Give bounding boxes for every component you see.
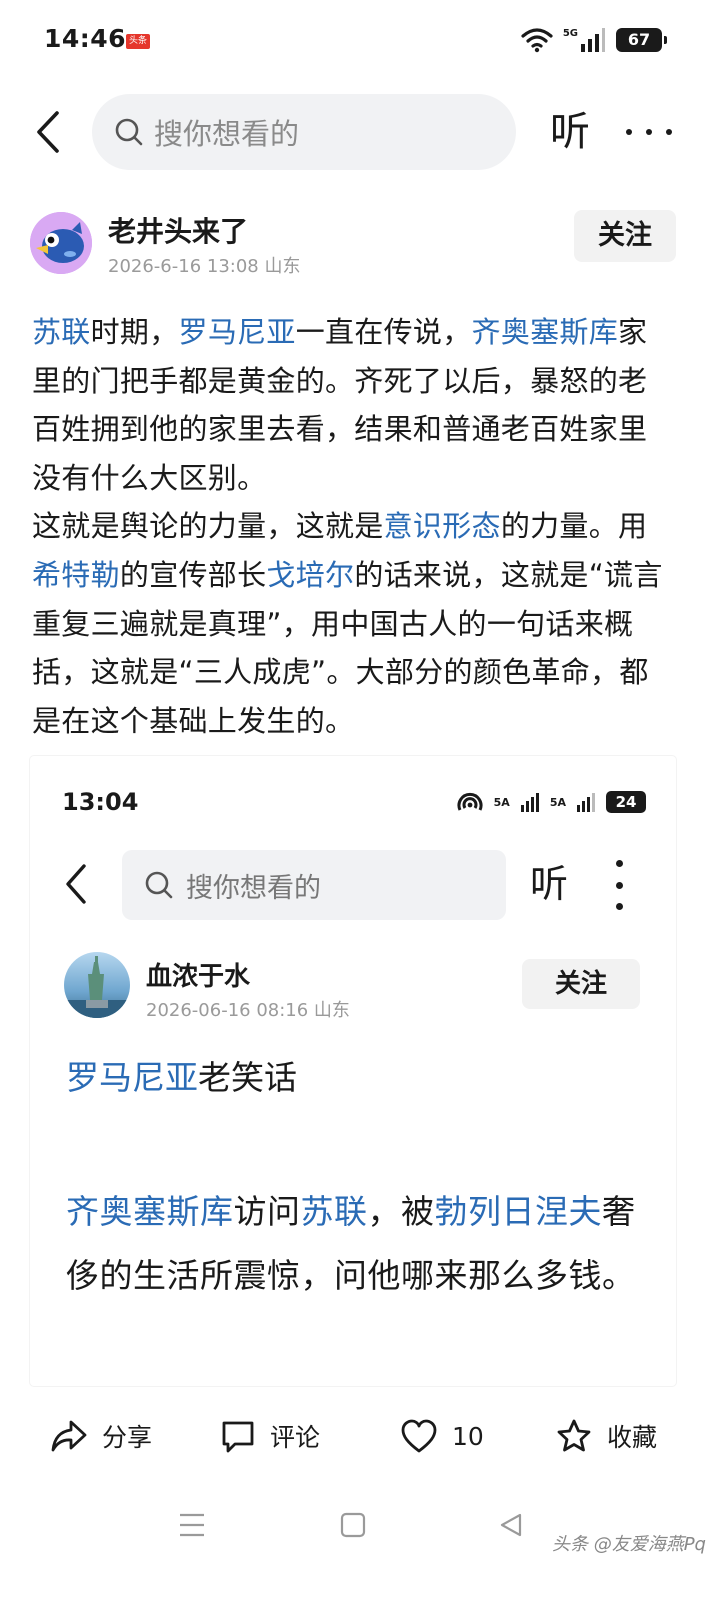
dot bbox=[626, 129, 632, 135]
embedded-text: ，被 bbox=[367, 1192, 435, 1231]
article-text: 的力量。用 bbox=[500, 509, 648, 544]
embedded-battery-icon: 24 bbox=[606, 791, 646, 813]
embedded-link-ceausescu: 齐奥塞斯库 bbox=[66, 1192, 234, 1231]
share-button[interactable]: 分享 bbox=[50, 1414, 152, 1458]
embedded-author-name: 血浓于水 bbox=[146, 962, 251, 992]
embedded-link-soviet: 苏联 bbox=[300, 1192, 368, 1231]
menu-nav-icon[interactable] bbox=[178, 1512, 206, 1538]
article-paragraph: 这就是舆论的力量，这就是意识形态的力量。用希特勒的宣传部长戈培尔的话来说，这就是… bbox=[32, 502, 672, 745]
signal-icon bbox=[581, 28, 605, 52]
embedded-heading: 罗马尼亚老笑话 bbox=[66, 1054, 297, 1102]
entity-link-hitler[interactable]: 希特勒 bbox=[32, 558, 120, 592]
favorite-label: 收藏 bbox=[607, 1423, 658, 1452]
like-button[interactable]: 10 bbox=[400, 1414, 484, 1458]
post-timestamp-location: 2026-6-16 13:08 山东 bbox=[108, 256, 301, 277]
cartoon-bird-avatar-icon bbox=[30, 212, 92, 274]
follow-button[interactable]: 关注 bbox=[574, 210, 676, 262]
hotspot-icon bbox=[457, 792, 483, 811]
entity-link-soviet[interactable]: 苏联 bbox=[32, 315, 91, 349]
comment-icon bbox=[222, 1421, 254, 1453]
back-nav-icon[interactable] bbox=[498, 1512, 524, 1538]
battery-icon: 67 bbox=[616, 28, 667, 52]
dot bbox=[615, 881, 623, 889]
watermark: 头条 @友爱海燕Pq bbox=[551, 1534, 706, 1555]
author-name[interactable]: 老井头来了 bbox=[108, 210, 248, 250]
embedded-text: 访问 bbox=[233, 1192, 301, 1231]
share-icon bbox=[51, 1420, 87, 1452]
embedded-status-icons: 5A 5A 24 bbox=[456, 790, 646, 814]
back-button[interactable] bbox=[26, 108, 70, 156]
chevron-left-icon bbox=[66, 864, 86, 904]
favorite-button[interactable]: 收藏 bbox=[555, 1414, 657, 1458]
embedded-follow-label: 关注 bbox=[522, 959, 640, 1009]
author-row: 老井头来了 2026-6-16 13:08 山东 关注 bbox=[30, 210, 690, 280]
embedded-link-brezhnev: 勃列日涅夫 bbox=[434, 1192, 602, 1231]
embedded-avatar bbox=[64, 952, 130, 1018]
status-bar: 14:46 头条 5G 67 bbox=[0, 0, 720, 80]
comment-label: 评论 bbox=[270, 1423, 321, 1452]
search-icon bbox=[115, 118, 143, 146]
search-input[interactable]: 搜你想看的 bbox=[92, 94, 516, 170]
comment-button[interactable]: 评论 bbox=[220, 1414, 320, 1458]
network-type-label: 5G bbox=[562, 27, 578, 39]
search-icon bbox=[145, 871, 173, 899]
dot bbox=[615, 903, 623, 910]
home-nav-icon[interactable] bbox=[340, 1512, 366, 1538]
listen-button[interactable]: 听 bbox=[550, 104, 590, 160]
article-paragraph: 苏联时期，罗马尼亚一直在传说，齐奥塞斯库家里的门把手都是黄金的。齐死了以后，暴怒… bbox=[32, 308, 672, 502]
share-label: 分享 bbox=[102, 1423, 153, 1452]
dot bbox=[615, 860, 623, 867]
top-nav: 搜你想看的 听 bbox=[0, 92, 720, 172]
embedded-listen-label: 听 bbox=[530, 862, 569, 906]
star-icon bbox=[557, 1419, 591, 1452]
signal-icon bbox=[520, 793, 539, 812]
article-text: 的宣传部长 bbox=[119, 557, 267, 592]
status-icons: 5G 67 bbox=[521, 24, 667, 56]
embedded-network-label: 5A bbox=[493, 795, 510, 809]
article-body: 苏联时期，罗马尼亚一直在传说，齐奥塞斯库家里的门把手都是黄金的。齐死了以后，暴怒… bbox=[32, 308, 672, 745]
article-text: 时期， bbox=[90, 315, 179, 349]
wifi-icon bbox=[521, 28, 553, 53]
embedded-search-bar: 搜你想看的 bbox=[122, 850, 506, 920]
embedded-status-time: 13:04 bbox=[62, 788, 139, 816]
article-text: 一直在传说， bbox=[295, 315, 472, 349]
embedded-heading-text: 老笑话 bbox=[198, 1058, 297, 1097]
embedded-screenshot-image[interactable]: 13:04 5A 5A 24 搜你想看的 听 血浓于水 2026-06-16 0… bbox=[30, 756, 676, 1386]
entity-link-goebbels[interactable]: 戈培尔 bbox=[266, 558, 354, 592]
embedded-post-timestamp: 2026-06-16 08:16 山东 bbox=[146, 1000, 350, 1021]
dot bbox=[666, 129, 672, 135]
avatar[interactable] bbox=[30, 212, 92, 274]
like-count: 10 bbox=[452, 1421, 484, 1451]
embedded-search-placeholder: 搜你想看的 bbox=[186, 872, 321, 904]
dot bbox=[646, 129, 652, 135]
article-text: 这就是舆论的力量，这就是 bbox=[32, 509, 384, 544]
toutiao-notification-icon: 头条 bbox=[126, 34, 150, 49]
signal-icon bbox=[577, 793, 595, 812]
search-placeholder: 搜你想看的 bbox=[154, 117, 300, 151]
status-time: 14:46 bbox=[44, 24, 127, 53]
more-options-icon[interactable] bbox=[626, 108, 672, 156]
embedded-network-label: 5A bbox=[549, 795, 566, 809]
bottom-action-bar: 分享 评论 10 收藏 bbox=[0, 1404, 720, 1468]
heart-icon bbox=[401, 1419, 437, 1453]
entity-link-ceausescu[interactable]: 齐奥塞斯库 bbox=[472, 315, 619, 349]
statue-of-liberty-avatar-icon bbox=[64, 956, 130, 1018]
embedded-link-romania: 罗马尼亚 bbox=[66, 1058, 198, 1097]
chevron-left-icon bbox=[37, 111, 59, 153]
embedded-more-icon bbox=[612, 860, 626, 910]
embedded-body: 齐奥塞斯库访问苏联，被勃列日涅夫奢侈的生活所震惊，问他哪来那么多钱。 bbox=[66, 1180, 642, 1308]
entity-link-romania[interactable]: 罗马尼亚 bbox=[179, 315, 296, 349]
entity-link-ideology[interactable]: 意识形态 bbox=[384, 509, 501, 543]
embedded-back-icon bbox=[58, 860, 94, 908]
